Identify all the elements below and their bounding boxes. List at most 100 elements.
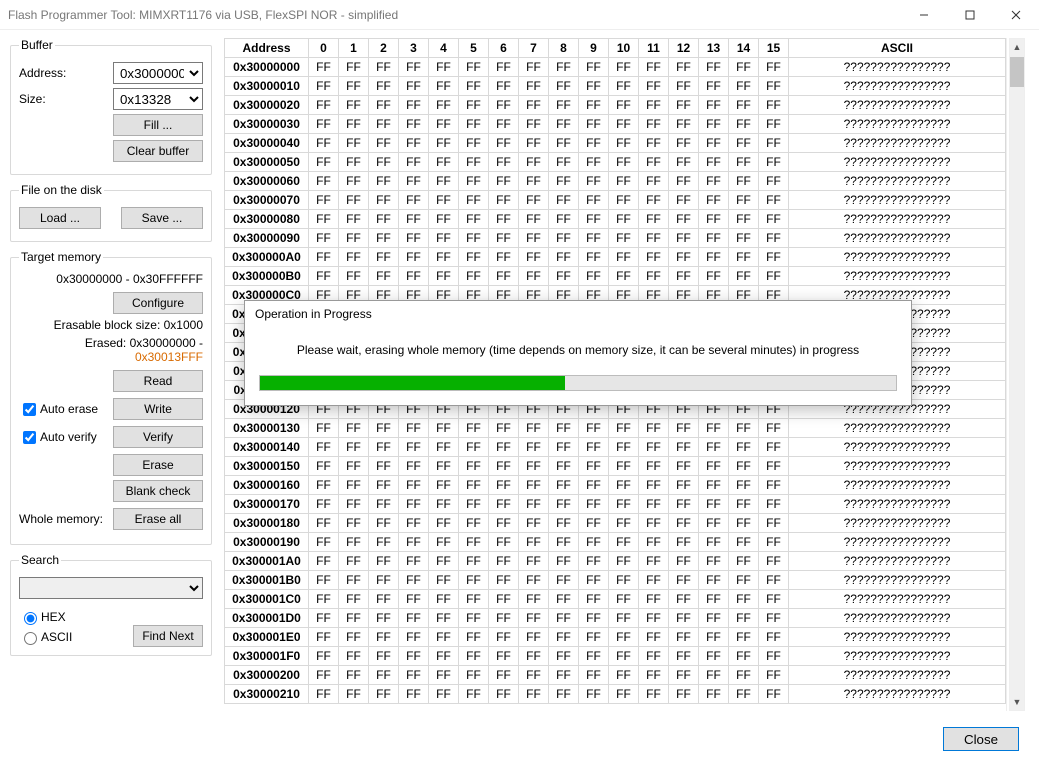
cell-address: 0x30000140	[225, 438, 309, 457]
cell-byte: FF	[369, 457, 399, 476]
scroll-up-arrow[interactable]: ▲	[1010, 39, 1024, 55]
table-row[interactable]: 0x30000190FFFFFFFFFFFFFFFFFFFFFFFFFFFFFF…	[225, 533, 1006, 552]
col-byte-8: 8	[549, 39, 579, 58]
table-row[interactable]: 0x30000160FFFFFFFFFFFFFFFFFFFFFFFFFFFFFF…	[225, 476, 1006, 495]
table-row[interactable]: 0x30000030FFFFFFFFFFFFFFFFFFFFFFFFFFFFFF…	[225, 115, 1006, 134]
auto-verify-checkbox[interactable]	[23, 431, 36, 444]
cell-byte: FF	[759, 552, 789, 571]
cell-byte: FF	[459, 457, 489, 476]
cell-byte: FF	[489, 58, 519, 77]
file-load-button[interactable]: Load ...	[19, 207, 101, 229]
write-button[interactable]: Write	[113, 398, 203, 420]
table-row[interactable]: 0x300001F0FFFFFFFFFFFFFFFFFFFFFFFFFFFFFF…	[225, 647, 1006, 666]
table-row[interactable]: 0x30000200FFFFFFFFFFFFFFFFFFFFFFFFFFFFFF…	[225, 666, 1006, 685]
cell-byte: FF	[669, 609, 699, 628]
table-row[interactable]: 0x300001D0FFFFFFFFFFFFFFFFFFFFFFFFFFFFFF…	[225, 609, 1006, 628]
table-row[interactable]: 0x300001A0FFFFFFFFFFFFFFFFFFFFFFFFFFFFFF…	[225, 552, 1006, 571]
cell-byte: FF	[429, 685, 459, 704]
table-row[interactable]: 0x30000150FFFFFFFFFFFFFFFFFFFFFFFFFFFFFF…	[225, 457, 1006, 476]
cell-byte: FF	[579, 552, 609, 571]
file-group: File on the disk Load ... Save ...	[10, 183, 212, 242]
col-ascii: ASCII	[789, 39, 1006, 58]
erase-button[interactable]: Erase	[113, 454, 203, 476]
table-row[interactable]: 0x300001E0FFFFFFFFFFFFFFFFFFFFFFFFFFFFFF…	[225, 628, 1006, 647]
table-row[interactable]: 0x30000090FFFFFFFFFFFFFFFFFFFFFFFFFFFFFF…	[225, 229, 1006, 248]
cell-byte: FF	[369, 153, 399, 172]
cell-byte: FF	[519, 96, 549, 115]
table-row[interactable]: 0x30000060FFFFFFFFFFFFFFFFFFFFFFFFFFFFFF…	[225, 172, 1006, 191]
cell-byte: FF	[429, 115, 459, 134]
table-row[interactable]: 0x30000140FFFFFFFFFFFFFFFFFFFFFFFFFFFFFF…	[225, 438, 1006, 457]
blank-check-button[interactable]: Blank check	[113, 480, 203, 502]
cell-byte: FF	[609, 210, 639, 229]
table-row[interactable]: 0x30000040FFFFFFFFFFFFFFFFFFFFFFFFFFFFFF…	[225, 134, 1006, 153]
vertical-scrollbar[interactable]: ▲ ▼	[1009, 38, 1025, 711]
auto-erase-checkbox[interactable]	[23, 403, 36, 416]
search-ascii-label[interactable]: ASCII	[41, 630, 72, 644]
cell-byte: FF	[459, 609, 489, 628]
cell-byte: FF	[759, 685, 789, 704]
search-hex-label[interactable]: HEX	[41, 610, 66, 624]
cell-address: 0x300000B0	[225, 267, 309, 286]
cell-byte: FF	[609, 248, 639, 267]
cell-byte: FF	[639, 153, 669, 172]
maximize-button[interactable]	[947, 0, 993, 29]
read-button[interactable]: Read	[113, 370, 203, 392]
buffer-address-select[interactable]: 0x30000000	[113, 62, 203, 84]
cell-address: 0x30000030	[225, 115, 309, 134]
table-row[interactable]: 0x300001B0FFFFFFFFFFFFFFFFFFFFFFFFFFFFFF…	[225, 571, 1006, 590]
table-row[interactable]: 0x30000010FFFFFFFFFFFFFFFFFFFFFFFFFFFFFF…	[225, 77, 1006, 96]
cell-address: 0x30000040	[225, 134, 309, 153]
cell-byte: FF	[519, 248, 549, 267]
cell-byte: FF	[759, 96, 789, 115]
file-save-button[interactable]: Save ...	[121, 207, 203, 229]
table-row[interactable]: 0x30000070FFFFFFFFFFFFFFFFFFFFFFFFFFFFFF…	[225, 191, 1006, 210]
cell-byte: FF	[759, 77, 789, 96]
auto-verify-label[interactable]: Auto verify	[40, 430, 97, 444]
find-next-button[interactable]: Find Next	[133, 625, 203, 647]
table-row[interactable]: 0x30000180FFFFFFFFFFFFFFFFFFFFFFFFFFFFFF…	[225, 514, 1006, 533]
table-row[interactable]: 0x30000170FFFFFFFFFFFFFFFFFFFFFFFFFFFFFF…	[225, 495, 1006, 514]
cell-byte: FF	[549, 666, 579, 685]
close-window-button[interactable]	[993, 0, 1039, 29]
minimize-button[interactable]	[901, 0, 947, 29]
cell-byte: FF	[519, 533, 549, 552]
cell-byte: FF	[639, 647, 669, 666]
buffer-size-select[interactable]: 0x13328	[113, 88, 203, 110]
buffer-fill-button[interactable]: Fill ...	[113, 114, 203, 136]
close-button[interactable]: Close	[943, 727, 1019, 751]
cell-address: 0x30000160	[225, 476, 309, 495]
cell-byte: FF	[669, 647, 699, 666]
verify-button[interactable]: Verify	[113, 426, 203, 448]
buffer-clear-button[interactable]: Clear buffer	[113, 140, 203, 162]
table-row[interactable]: 0x300000A0FFFFFFFFFFFFFFFFFFFFFFFFFFFFFF…	[225, 248, 1006, 267]
cell-byte: FF	[609, 571, 639, 590]
cell-byte: FF	[459, 628, 489, 647]
cell-byte: FF	[639, 210, 669, 229]
scroll-thumb[interactable]	[1010, 57, 1024, 87]
table-row[interactable]: 0x30000080FFFFFFFFFFFFFFFFFFFFFFFFFFFFFF…	[225, 210, 1006, 229]
table-row[interactable]: 0x30000130FFFFFFFFFFFFFFFFFFFFFFFFFFFFFF…	[225, 419, 1006, 438]
configure-button[interactable]: Configure	[113, 292, 203, 314]
table-row[interactable]: 0x30000000FFFFFFFFFFFFFFFFFFFFFFFFFFFFFF…	[225, 58, 1006, 77]
erase-all-button[interactable]: Erase all	[113, 508, 203, 530]
cell-byte: FF	[399, 172, 429, 191]
auto-erase-label[interactable]: Auto erase	[40, 402, 98, 416]
table-row[interactable]: 0x30000210FFFFFFFFFFFFFFFFFFFFFFFFFFFFFF…	[225, 685, 1006, 704]
cell-byte: FF	[549, 552, 579, 571]
col-byte-5: 5	[459, 39, 489, 58]
search-ascii-radio[interactable]	[24, 632, 37, 645]
search-combo[interactable]	[19, 577, 203, 599]
cell-byte: FF	[339, 609, 369, 628]
cell-byte: FF	[639, 628, 669, 647]
scroll-down-arrow[interactable]: ▼	[1010, 694, 1024, 710]
cell-byte: FF	[699, 115, 729, 134]
cell-byte: FF	[339, 210, 369, 229]
search-hex-radio[interactable]	[24, 612, 37, 625]
cell-byte: FF	[399, 229, 429, 248]
table-row[interactable]: 0x30000050FFFFFFFFFFFFFFFFFFFFFFFFFFFFFF…	[225, 153, 1006, 172]
table-row[interactable]: 0x30000020FFFFFFFFFFFFFFFFFFFFFFFFFFFFFF…	[225, 96, 1006, 115]
cell-byte: FF	[339, 495, 369, 514]
table-row[interactable]: 0x300001C0FFFFFFFFFFFFFFFFFFFFFFFFFFFFFF…	[225, 590, 1006, 609]
table-row[interactable]: 0x300000B0FFFFFFFFFFFFFFFFFFFFFFFFFFFFFF…	[225, 267, 1006, 286]
